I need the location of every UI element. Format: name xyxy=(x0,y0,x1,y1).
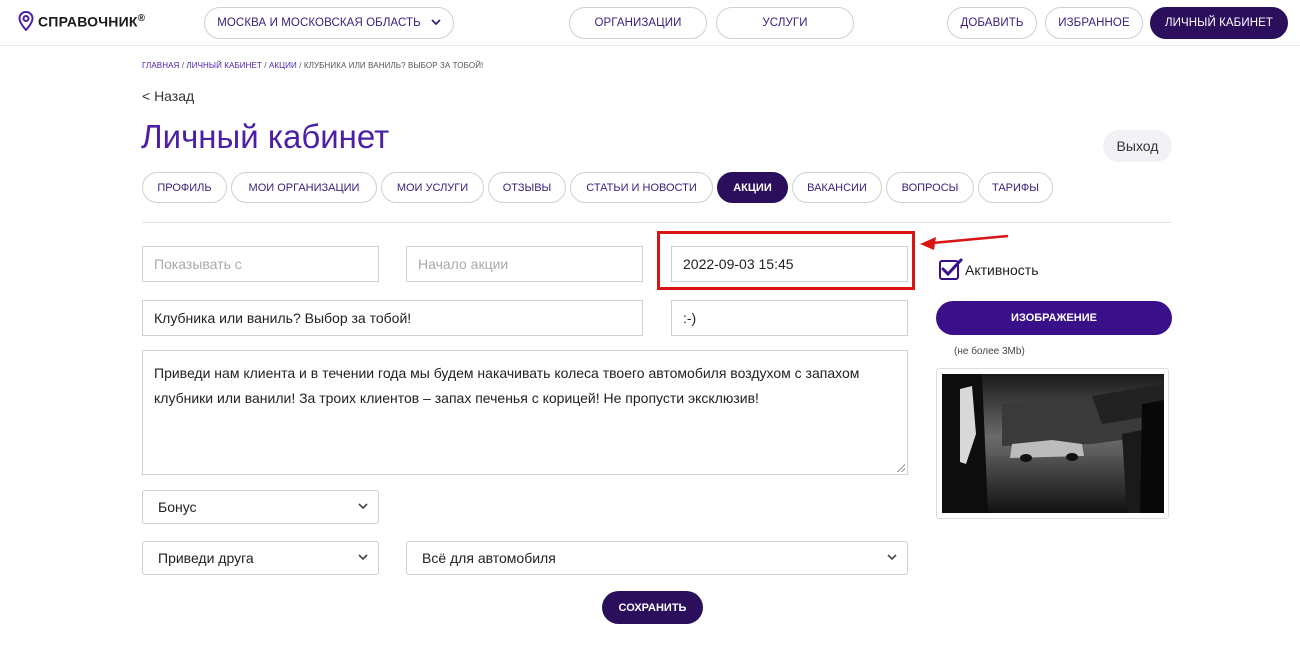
active-label: Активность xyxy=(965,262,1039,278)
promo-kind-select[interactable]: Приведи друга xyxy=(142,541,379,575)
add-button[interactable]: ДОБАВИТЬ xyxy=(947,7,1037,39)
save-button[interactable]: СОХРАНИТЬ xyxy=(602,591,703,624)
add-label: ДОБАВИТЬ xyxy=(960,17,1024,29)
nav-organizations-label: ОРГАНИЗАЦИИ xyxy=(594,17,682,29)
promo-type-select[interactable]: Бонус xyxy=(142,490,379,524)
promo-image xyxy=(942,374,1164,513)
breadcrumb-current: КЛУБНИКА ИЛИ ВАНИЛЬ? ВЫБОР ЗА ТОБОЙ! xyxy=(303,61,484,70)
breadcrumb-separator: / xyxy=(181,61,185,70)
top-navigation-bar: СПРАВОЧНИК® МОСКВА И МОСКОВСКАЯ ОБЛАСТЬ … xyxy=(0,0,1300,46)
registered-mark: ® xyxy=(137,12,146,24)
breadcrumb-promotions[interactable]: АКЦИИ xyxy=(269,61,297,70)
image-preview xyxy=(936,368,1169,519)
promo-category-select[interactable]: Всё для автомобиля xyxy=(406,541,908,575)
promo-start-input[interactable]: Начало акции xyxy=(406,246,643,282)
page-title: Личный кабинет xyxy=(141,118,390,155)
promo-title-input[interactable]: Клубника или ваниль? Выбор за тобой! xyxy=(142,300,643,336)
account-label: ЛИЧНЫЙ КАБИНЕТ xyxy=(1164,17,1273,29)
show-from-input[interactable]: Показывать с xyxy=(142,246,379,282)
section-divider xyxy=(142,222,1172,223)
image-size-note: (не более 3Mb) xyxy=(954,346,1025,357)
chevron-down-icon xyxy=(431,18,441,29)
region-select[interactable]: МОСКВА И МОСКОВСКАЯ ОБЛАСТЬ xyxy=(204,7,454,39)
tab-articles-news[interactable]: СТАТЬИ И НОВОСТИ xyxy=(570,172,713,203)
account-button[interactable]: ЛИЧНЫЙ КАБИНЕТ xyxy=(1150,7,1288,39)
tab-tariffs[interactable]: ТАРИФЫ xyxy=(978,172,1053,203)
logo-text: СПРАВОЧНИК® xyxy=(38,12,146,30)
promo-type-value: Бонус xyxy=(158,499,197,515)
tab-promotions[interactable]: АКЦИИ xyxy=(717,172,788,203)
breadcrumb: ГЛАВНАЯ / ЛИЧНЫЙ КАБИНЕТ / АКЦИИ / КЛУБН… xyxy=(142,61,483,70)
tab-profile[interactable]: ПРОФИЛЬ xyxy=(142,172,227,203)
back-link[interactable]: < Назад xyxy=(142,88,194,104)
promo-category-value: Всё для автомобиля xyxy=(422,550,556,566)
tab-questions[interactable]: ВОПРОСЫ xyxy=(886,172,974,203)
tab-my-services[interactable]: МОИ УСЛУГИ xyxy=(381,172,484,203)
breadcrumb-account[interactable]: ЛИЧНЫЙ КАБИНЕТ xyxy=(186,61,262,70)
tab-reviews[interactable]: ОТЗЫВЫ xyxy=(488,172,566,203)
chevron-down-icon xyxy=(358,501,368,513)
promo-description-textarea[interactable]: Приведи нам клиента и в течении года мы … xyxy=(142,350,908,475)
breadcrumb-separator: / xyxy=(264,61,267,70)
logout-button[interactable]: Выход xyxy=(1103,130,1172,162)
tab-my-organizations[interactable]: МОИ ОРГАНИЗАЦИИ xyxy=(231,172,377,203)
breadcrumb-separator: / xyxy=(299,61,302,70)
resize-handle-icon[interactable] xyxy=(897,464,905,472)
description-text: Приведи нам клиента и в течении года мы … xyxy=(154,365,860,406)
chevron-down-icon xyxy=(358,552,368,564)
promo-kind-value: Приведи друга xyxy=(158,550,254,566)
chevron-down-icon xyxy=(887,552,897,564)
nav-services-label: УСЛУГИ xyxy=(762,17,808,29)
location-pin-icon xyxy=(18,11,34,31)
annotation-arrow-icon xyxy=(920,234,1009,250)
upload-image-button[interactable]: ИЗОБРАЖЕНИЕ xyxy=(936,301,1172,335)
breadcrumb-home[interactable]: ГЛАВНАЯ xyxy=(142,61,179,70)
favorites-label: ИЗБРАННОЕ xyxy=(1058,17,1130,29)
tab-vacancies[interactable]: ВАКАНСИИ xyxy=(792,172,882,203)
region-label: МОСКВА И МОСКОВСКАЯ ОБЛАСТЬ xyxy=(217,17,421,29)
site-logo[interactable]: СПРАВОЧНИК® xyxy=(18,11,145,31)
active-checkbox[interactable] xyxy=(939,258,963,280)
nav-organizations-button[interactable]: ОРГАНИЗАЦИИ xyxy=(569,7,707,39)
favorites-button[interactable]: ИЗБРАННОЕ xyxy=(1045,7,1143,39)
nav-services-button[interactable]: УСЛУГИ xyxy=(716,7,854,39)
emoticon-input[interactable]: :-) xyxy=(671,300,908,336)
highlight-box xyxy=(657,231,915,290)
